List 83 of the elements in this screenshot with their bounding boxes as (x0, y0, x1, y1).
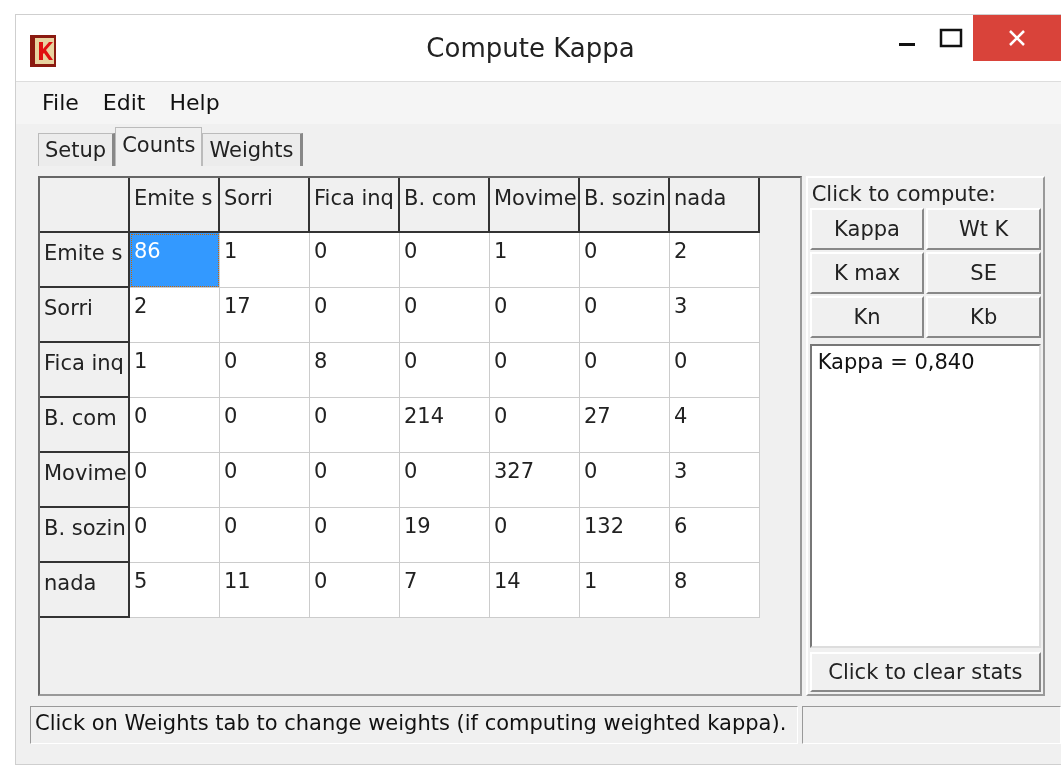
table-cell[interactable]: 27 (580, 398, 670, 453)
column-header: nada (670, 178, 760, 233)
clear-stats-button[interactable]: Click to clear stats (809, 652, 1041, 692)
table-cell[interactable]: 7 (400, 563, 490, 618)
table-cell[interactable]: 1 (490, 233, 580, 288)
table-cell[interactable]: 2 (670, 233, 760, 288)
compute-button[interactable]: Kappa (809, 208, 925, 250)
table-cell[interactable]: 19 (400, 508, 490, 563)
table-cell[interactable]: 1 (220, 233, 310, 288)
table-cell[interactable]: 17 (220, 288, 310, 343)
menu-item[interactable]: Edit (102, 90, 146, 124)
table-cell[interactable]: 0 (490, 288, 580, 343)
row-header: nada (40, 563, 130, 618)
tab[interactable]: Setup (38, 133, 116, 166)
table-cell[interactable]: 0 (310, 233, 400, 288)
table-cell[interactable]: 5 (130, 563, 220, 618)
table-cell[interactable]: 0 (310, 563, 400, 618)
table-cell[interactable]: 0 (310, 288, 400, 343)
table-cell[interactable]: 0 (220, 453, 310, 508)
table-cell[interactable]: 0 (400, 343, 490, 398)
table-cell[interactable]: 0 (130, 398, 220, 453)
table-cell[interactable]: 0 (220, 398, 310, 453)
table-cell[interactable]: 14 (490, 563, 580, 618)
row-header: Fica inq (40, 343, 130, 398)
column-header: Movime (490, 178, 580, 233)
window-title: Compute Kappa (425, 33, 636, 63)
tab[interactable]: Counts (115, 127, 203, 166)
row-header: Sorri (40, 288, 130, 343)
table-cell[interactable]: 3 (670, 288, 760, 343)
status-text: Click on Weights tab to change weights (if computing weighted kappa). (30, 706, 798, 744)
column-header: B. com (400, 178, 490, 233)
compute-button[interactable]: SE (926, 252, 1041, 294)
table-cell[interactable]: 0 (490, 508, 580, 563)
menu-item[interactable]: Help (169, 90, 220, 124)
table-cell[interactable]: 0 (580, 343, 670, 398)
compute-button[interactable]: K max (809, 252, 925, 294)
table-cell[interactable]: 0 (130, 508, 220, 563)
table-cell[interactable]: 11 (220, 563, 310, 618)
column-header: B. sozin (580, 178, 670, 233)
row-header: B. sozin (40, 508, 130, 563)
table-cell[interactable]: 0 (670, 343, 760, 398)
table-cell[interactable]: 0 (580, 453, 670, 508)
row-header: Movime (40, 453, 130, 508)
table-cell[interactable]: 0 (220, 508, 310, 563)
table-cell[interactable]: 0 (310, 453, 400, 508)
table-cell[interactable]: 0 (400, 453, 490, 508)
minimize-icon (899, 42, 915, 46)
compute-button[interactable]: Kn (809, 296, 925, 338)
table-cell[interactable]: 0 (220, 343, 310, 398)
row-header: B. com (40, 398, 130, 453)
app-logo-icon (30, 33, 56, 67)
row-header: Emite s (40, 233, 130, 288)
table-cell[interactable]: 3 (670, 453, 760, 508)
table-cell[interactable]: 8 (310, 343, 400, 398)
table-cell[interactable]: 327 (490, 453, 580, 508)
table-cell[interactable]: 0 (580, 233, 670, 288)
maximize-icon (939, 28, 963, 48)
table-cell[interactable]: 0 (580, 288, 670, 343)
table-cell[interactable]: 1 (580, 563, 670, 618)
close-icon (1007, 28, 1027, 48)
table-cell[interactable]: 0 (490, 343, 580, 398)
table-cell[interactable]: 214 (400, 398, 490, 453)
table-cell[interactable]: 0 (490, 398, 580, 453)
compute-button[interactable]: Kb (926, 296, 1041, 338)
table-cell[interactable]: 1 (130, 343, 220, 398)
column-header: Emite s (130, 178, 220, 233)
table-cell[interactable]: 0 (400, 233, 490, 288)
table-cell[interactable]: 6 (670, 508, 760, 563)
table-cell[interactable]: 8 (670, 563, 760, 618)
table-cell[interactable]: 0 (400, 288, 490, 343)
table-cell[interactable]: 2 (130, 288, 220, 343)
table-cell[interactable]: 0 (130, 453, 220, 508)
menu-item[interactable]: File (42, 90, 79, 124)
table-cell[interactable]: 4 (670, 398, 760, 453)
tab[interactable]: Weights (202, 133, 303, 166)
table-cell[interactable]: 0 (310, 508, 400, 563)
column-header: Fica inq (310, 178, 400, 233)
table-cell[interactable]: 132 (580, 508, 670, 563)
column-header: Sorri (220, 178, 310, 233)
table-cell[interactable]: 0 (310, 398, 400, 453)
results-box: Kappa = 0,840 (809, 344, 1041, 648)
compute-button[interactable]: Wt K (926, 208, 1041, 250)
compute-label: Click to compute: (810, 181, 997, 206)
